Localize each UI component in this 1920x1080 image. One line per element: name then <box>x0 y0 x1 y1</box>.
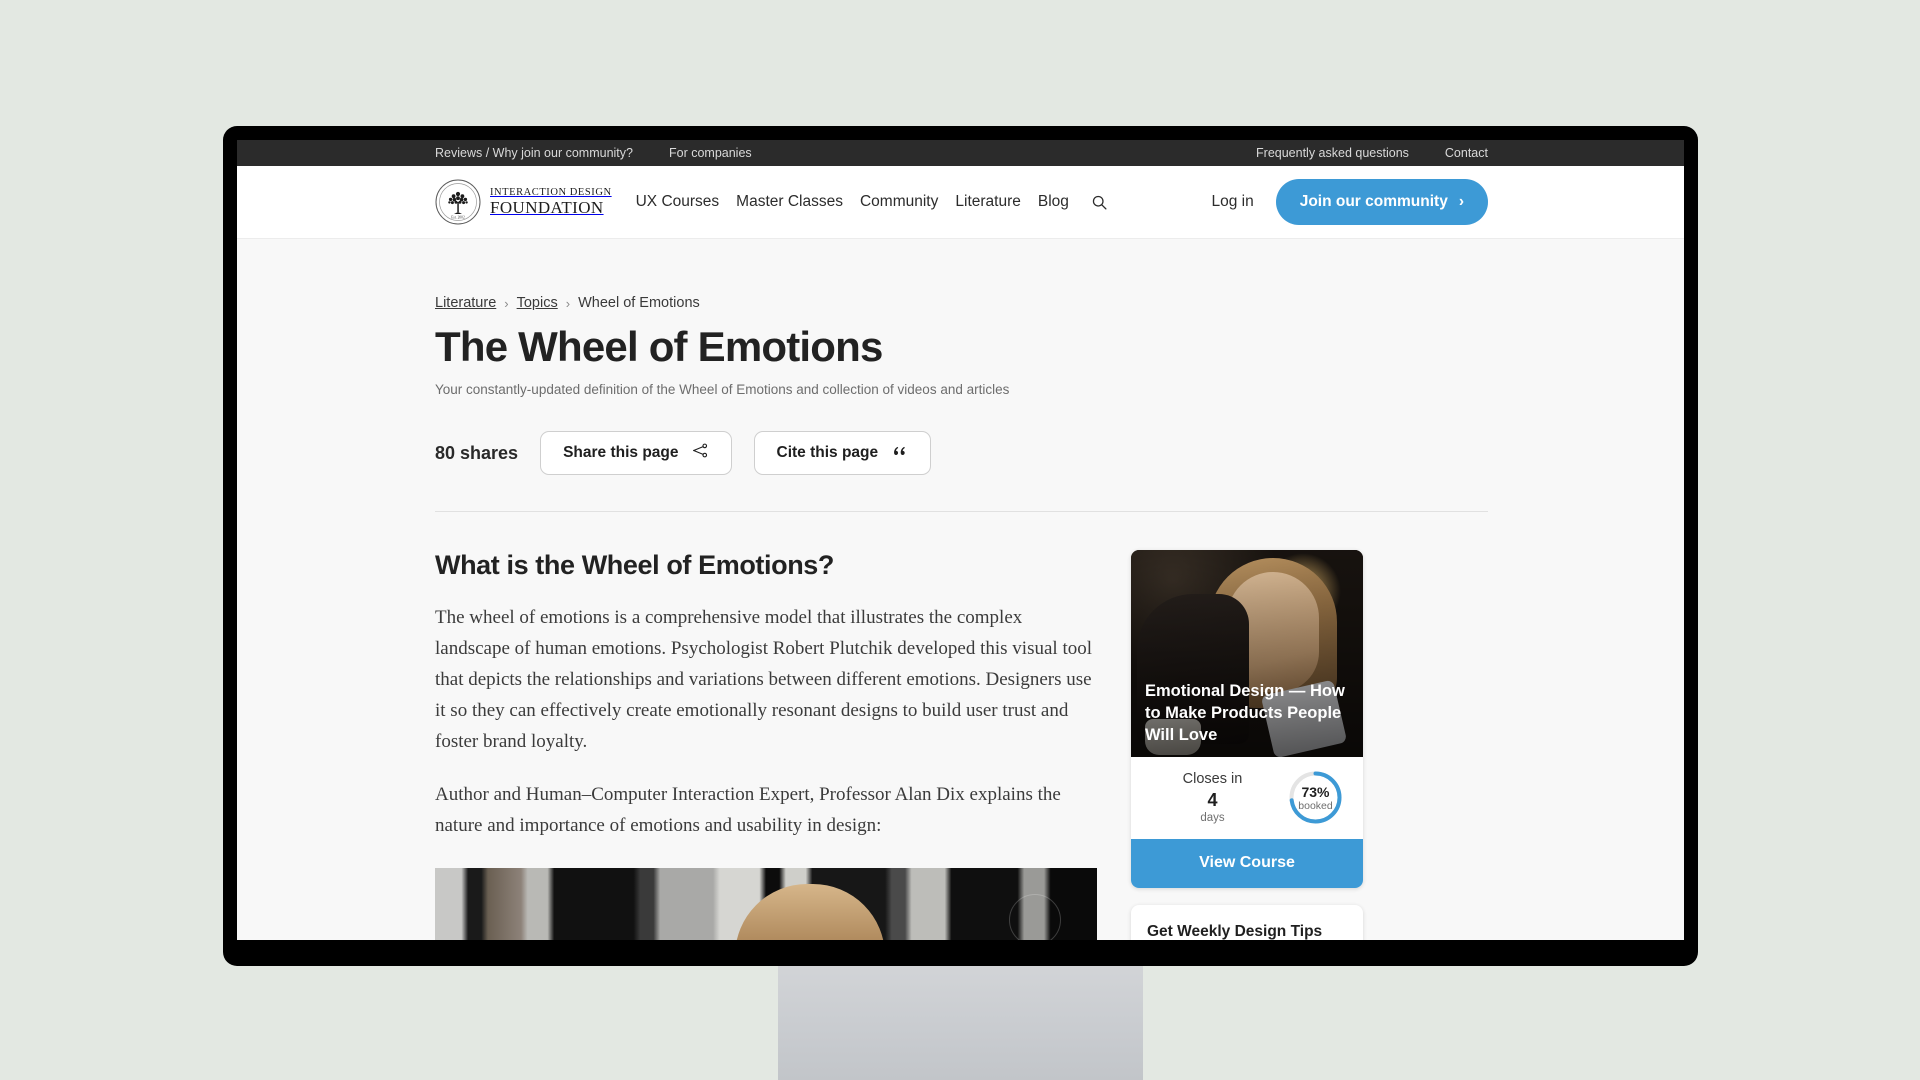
utility-bar-left-links: Reviews / Why join our community? For co… <box>435 146 752 160</box>
section-divider <box>435 511 1488 513</box>
search-icon[interactable] <box>1089 191 1111 213</box>
video-subject <box>735 883 885 940</box>
share-icon <box>692 442 709 464</box>
share-this-page-button[interactable]: Share this page <box>540 431 732 476</box>
site-header: Est. 2002 INTERACTION DESIGN FOUNDATION … <box>237 166 1684 239</box>
share-count: 80 shares <box>435 442 519 463</box>
logo-line-2: FOUNDATION <box>490 198 604 218</box>
join-our-community-button[interactable]: Join our community › <box>1275 179 1488 225</box>
course-promo-card[interactable]: Emotional Design — How to Make Products … <box>1131 550 1363 889</box>
course-card-stats: Closes in 4 days 73% booked <box>1131 757 1363 839</box>
booked-sublabel: booked <box>1298 799 1333 812</box>
section-heading: What is the Wheel of Emotions? <box>435 550 834 581</box>
main-nav: UX Courses Master Classes Community Lite… <box>636 191 1111 213</box>
article-paragraph-1: The wheel of emotions is a comprehensive… <box>435 607 1093 752</box>
browser-screen: Reviews / Why join our community? For co… <box>237 140 1684 940</box>
nav-item-ux-courses[interactable]: UX Courses <box>636 193 720 211</box>
breadcrumb: Literature › Topics › Wheel of Emotions <box>435 239 1488 311</box>
cite-this-page-button[interactable]: Cite this page <box>753 431 932 476</box>
booked-percent: 73% <box>1301 783 1330 800</box>
content-wrap: Literature › Topics › Wheel of Emotions … <box>237 239 1684 940</box>
course-card-title: Emotional Design — How to Make Products … <box>1145 682 1345 745</box>
breadcrumb-item-literature[interactable]: Literature <box>435 295 496 311</box>
booked-ring-label: 73% booked <box>1287 769 1344 826</box>
monitor-stand <box>778 965 1143 1080</box>
page-subtitle: Your constantly-updated definition of th… <box>435 382 1010 398</box>
course-closes-number: 4 <box>1207 790 1218 811</box>
utility-link-contact[interactable]: Contact <box>1445 146 1488 160</box>
breadcrumb-item-current: Wheel of Emotions <box>578 295 700 311</box>
logo-wordmark: INTERACTION DESIGN FOUNDATION <box>490 186 612 218</box>
site-logo[interactable]: Est. 2002 INTERACTION DESIGN FOUNDATION <box>435 179 612 225</box>
nav-item-literature[interactable]: Literature <box>955 193 1020 211</box>
join-button-label: Join our community <box>1299 193 1448 210</box>
sidebar-column: Emotional Design — How to Make Products … <box>1131 550 1363 940</box>
course-closes-block: Closes in 4 days <box>1144 771 1281 824</box>
page-body: Literature › Topics › Wheel of Emotions … <box>237 239 1684 940</box>
course-closes-unit: days <box>1200 812 1225 825</box>
breadcrumb-separator-icon: › <box>565 295 571 311</box>
weekly-design-tips-title: Get Weekly Design Tips <box>1147 923 1323 940</box>
article-paragraph-2: Author and Human–Computer Interaction Ex… <box>435 783 1061 836</box>
course-card-image: Emotional Design — How to Make Products … <box>1131 550 1363 758</box>
quote-icon <box>891 442 908 464</box>
view-course-button[interactable]: View Course <box>1131 839 1363 889</box>
chevron-right-icon: › <box>1458 193 1464 210</box>
weekly-design-tips-card[interactable]: Get Weekly Design Tips <box>1131 905 1363 940</box>
tree-seal-logo-icon: Est. 2002 <box>435 179 481 225</box>
header-actions: Log in Join our community › <box>1211 179 1488 225</box>
breadcrumb-item-topics[interactable]: Topics <box>517 295 558 311</box>
utility-bar: Reviews / Why join our community? For co… <box>237 140 1684 166</box>
nav-item-blog[interactable]: Blog <box>1038 193 1069 211</box>
utility-link-faq[interactable]: Frequently asked questions <box>1256 146 1409 160</box>
share-row: 80 shares Share this page Cite this page <box>435 431 1488 476</box>
utility-bar-right-links: Frequently asked questions Contact <box>1256 146 1488 160</box>
page-title: The Wheel of Emotions <box>435 323 883 370</box>
video-thumbnail[interactable] <box>435 867 1097 940</box>
cite-button-label: Cite this page <box>776 444 879 462</box>
logo-line-1: INTERACTION DESIGN <box>490 186 612 198</box>
monitor-bezel: Reviews / Why join our community? For co… <box>223 126 1698 966</box>
share-button-label: Share this page <box>563 444 679 462</box>
logo-seal-year: Est. 2002 <box>451 216 465 220</box>
utility-link-reviews[interactable]: Reviews / Why join our community? <box>435 146 633 160</box>
article-column: What is the Wheel of Emotions? The wheel… <box>435 550 1097 940</box>
video-watermark-logo-icon <box>1009 893 1061 940</box>
breadcrumb-separator-icon: › <box>504 295 509 311</box>
course-closes-label: Closes in <box>1182 771 1243 788</box>
booked-progress-ring: 73% booked <box>1287 769 1344 826</box>
login-link[interactable]: Log in <box>1211 193 1253 211</box>
nav-item-master-classes[interactable]: Master Classes <box>736 193 843 211</box>
nav-item-community[interactable]: Community <box>860 193 938 211</box>
utility-link-for-companies[interactable]: For companies <box>669 146 752 160</box>
content-columns: What is the Wheel of Emotions? The wheel… <box>435 550 1488 940</box>
